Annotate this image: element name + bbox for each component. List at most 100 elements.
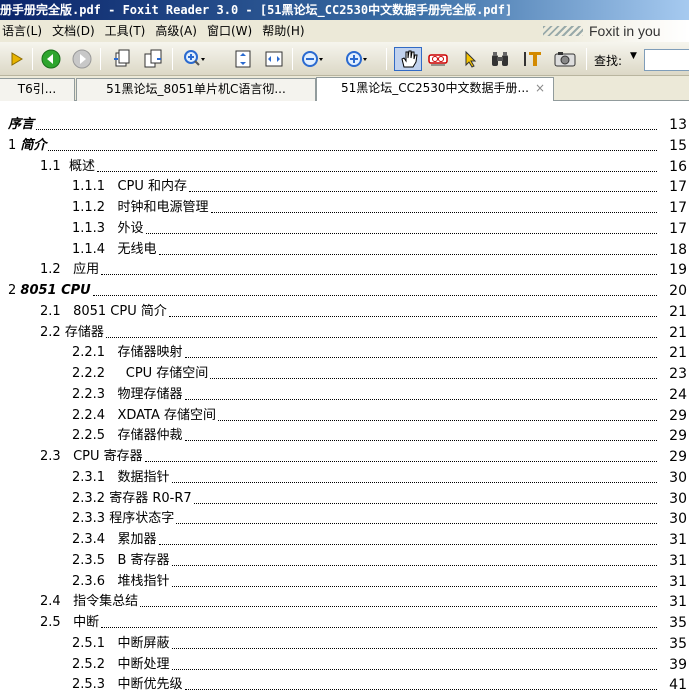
toc-entry-page: 31 [669, 552, 687, 569]
toc-entry[interactable]: 2.4 指令集总结 31 [0, 591, 689, 611]
toc-entry-number: 2.3.3 [72, 511, 110, 527]
toc-entry[interactable]: 1 简介 15 [0, 135, 689, 155]
toc-entry-number: 2.5.1 [72, 635, 118, 651]
toc-entry-title: 中断优先级 [117, 677, 183, 693]
toc-entry-number: 2.3.2 [72, 490, 110, 506]
menu-tools[interactable]: 工具(T) [101, 20, 152, 42]
toc-dot-leader [96, 170, 657, 172]
toc-entry-title: 寄存器 R0-R7 [109, 490, 192, 506]
toc-entry[interactable]: 2.1 8051 CPU 简介 21 [0, 301, 689, 321]
find-input[interactable] [644, 49, 689, 71]
toc-entry[interactable]: 2.2.2 CPU 存储空间 23 [0, 363, 689, 383]
toc-dot-leader [140, 606, 657, 608]
snapshot-icon[interactable] [551, 47, 579, 71]
toc-entry[interactable]: 2.3.3 程序状态字 30 [0, 508, 689, 528]
menu-language[interactable]: 语言(L) [0, 20, 48, 42]
toc-entry[interactable]: 2.2.1 存储器映射 21 [0, 342, 689, 362]
select-arrow-icon[interactable] [458, 47, 482, 71]
hand-tool-icon[interactable] [394, 47, 422, 71]
toc-entry-number: 2.3.6 [72, 573, 118, 589]
toc-entry[interactable]: 2.2.4 XDATA 存储空间 29 [0, 405, 689, 425]
page-double-icon[interactable] [141, 47, 165, 71]
tab-document-3[interactable]: 51黑论坛_CC2530中文数据手册... × [316, 77, 554, 102]
typewriter-icon[interactable] [426, 47, 450, 71]
toc-entry[interactable]: 2.5.2 中断处理 39 [0, 654, 689, 674]
toc-entry[interactable]: 2.5 中断 35 [0, 612, 689, 632]
toolbar-separator [172, 48, 173, 70]
play-icon[interactable] [4, 47, 28, 71]
zoom-out-icon[interactable] [300, 47, 324, 71]
toc-dot-leader [184, 440, 657, 442]
fit-width-icon[interactable] [262, 47, 286, 71]
toc-dot-leader [158, 544, 657, 545]
menu-advanced[interactable]: 高级(A) [151, 20, 203, 42]
tab-close-icon[interactable]: × [535, 78, 545, 99]
toc-entry[interactable]: 2.3.4 累加器 31 [0, 529, 689, 549]
tab-document-2[interactable]: 51黑论坛_8051单片机C语言彻... [76, 78, 316, 101]
toc-entry-number: 1.1.3 [72, 220, 118, 236]
toc-entry[interactable]: 2.2.5 存储器仲裁 29 [0, 425, 689, 445]
toc-entry[interactable]: 1.2 应用 19 [0, 259, 689, 279]
toc-entry-page: 21 [669, 303, 687, 320]
foxit-brand-text: Foxit in you [589, 23, 661, 39]
menu-window[interactable]: 窗口(W) [203, 20, 258, 42]
toc-entry[interactable]: 序言 13 [0, 114, 689, 134]
toc-dot-leader [210, 378, 657, 379]
toc-entry[interactable]: 2.3.1 数据指针 30 [0, 467, 689, 487]
toc-dot-leader [168, 315, 657, 317]
zoom-in-icon[interactable] [182, 47, 206, 71]
toc-entry[interactable]: 2.2.3 物理存储器 24 [0, 384, 689, 404]
back-icon[interactable] [39, 47, 63, 71]
find-dropdown-icon[interactable]: ▼ [630, 51, 637, 61]
toc-entry[interactable]: 1.1.3 外设 17 [0, 218, 689, 238]
toc-entry-page: 19 [669, 262, 687, 279]
toc-entry-page: 31 [669, 573, 687, 590]
toc-dot-leader [184, 357, 657, 359]
tab-document-1[interactable]: T6引... [0, 78, 75, 101]
toc-entry[interactable]: 1.1 概述 16 [0, 156, 689, 176]
text-select-icon[interactable] [521, 47, 545, 71]
toc-entry-page: 20 [669, 283, 687, 299]
toolbar-separator [292, 48, 293, 70]
toc-entry[interactable]: 2.3.6 堆栈指针 31 [0, 571, 689, 591]
toc-entry[interactable]: 1.1.2 时钟和电源管理 17 [0, 197, 689, 217]
toc-entry-title: 存储器仲裁 [117, 428, 183, 444]
fit-page-icon[interactable] [231, 47, 255, 71]
toc-entry-number: 2 [8, 283, 21, 298]
toc-entry-page: 16 [669, 158, 687, 175]
toc-entry[interactable]: 2.5.3 中断优先级 41 [0, 674, 689, 694]
toc-dot-leader [171, 647, 657, 649]
toc-entry[interactable]: 2.2 存储器 21 [0, 322, 689, 342]
page-single-icon[interactable] [110, 47, 134, 71]
toc-dot-leader [171, 481, 657, 483]
toc-entry[interactable]: 1.1.1 CPU 和内存 17 [0, 176, 689, 196]
binoculars-icon[interactable] [488, 47, 512, 71]
toc-entry-title: 堆栈指针 [117, 573, 170, 589]
toc-entry-title: 指令集总结 [73, 594, 139, 610]
toc-entry[interactable]: 2.5.1 中断屏蔽 35 [0, 633, 689, 653]
toc-entry[interactable]: 2 8051 CPU 20 [0, 280, 689, 300]
zoom-plus-icon[interactable] [344, 47, 368, 71]
toc-entry-page: 17 [669, 200, 687, 216]
toc-entry-page: 21 [669, 324, 687, 341]
toc-entry-page: 15 [669, 137, 687, 154]
toc-dot-leader [105, 336, 657, 338]
toc-dot-leader [176, 523, 657, 525]
toc-entry-title: 数据指针 [117, 469, 170, 485]
toc-entry-title: 简介 [20, 137, 47, 153]
foxit-banner: Foxit in you [539, 20, 689, 42]
toc-entry-title: 无线电 [117, 241, 157, 257]
toc-dot-leader [218, 419, 657, 421]
toc-entry-number: 2.2.2 [72, 366, 122, 381]
document-page: 序言 13 1 简介 15 1.1 概述 16 1.1.1 CPU 和内存 17 1.1.2 时… [0, 101, 689, 698]
toc-dot-leader [92, 295, 657, 296]
forward-icon[interactable] [70, 47, 94, 71]
menu-document[interactable]: 文档(D) [48, 20, 101, 42]
toc-entry[interactable]: 2.3 CPU 寄存器 29 [0, 446, 689, 466]
menu-help[interactable]: 帮助(H) [258, 20, 310, 42]
toc-entry[interactable]: 2.3.2 寄存器 R0-R7 30 [0, 488, 689, 508]
toc-entry[interactable]: 2.3.5 B 寄存器 31 [0, 550, 689, 570]
toc-entry[interactable]: 1.1.4 无线电 18 [0, 239, 689, 259]
toc-dot-leader [193, 502, 657, 504]
toc-entry-title: CPU 寄存器 [73, 449, 143, 464]
